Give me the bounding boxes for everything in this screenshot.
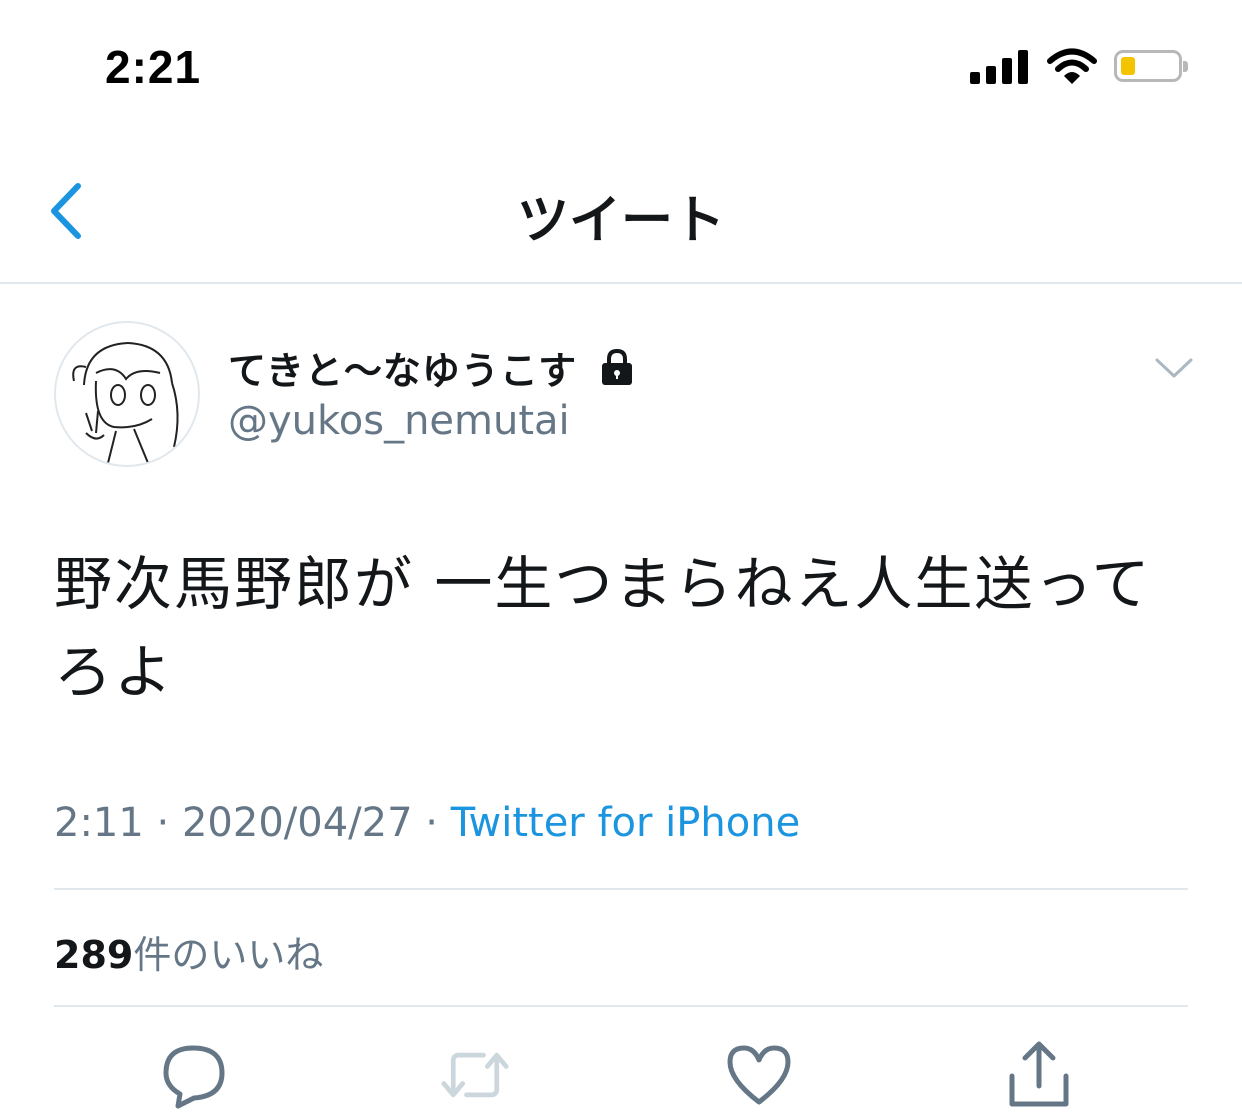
display-name[interactable]: てきと〜なゆうこす bbox=[228, 340, 577, 395]
chevron-down-icon[interactable] bbox=[1154, 356, 1194, 380]
tweet-meta: 2:11 · 2020/04/27 · Twitter for iPhone bbox=[54, 800, 800, 846]
username[interactable]: @yukos_nemutai bbox=[228, 398, 570, 444]
status-time: 2:21 bbox=[105, 41, 202, 93]
lock-icon bbox=[602, 348, 632, 385]
likes-label: 件のいいね bbox=[133, 933, 324, 977]
tweet-date: 2020/04/27 bbox=[181, 800, 413, 846]
signal-icon bbox=[970, 44, 1032, 88]
meta-separator: · bbox=[143, 800, 182, 846]
wifi-icon bbox=[1047, 48, 1097, 84]
tweet-text: 野次馬野郎が 一生つまらねえ人生送ってろよ bbox=[54, 550, 1152, 706]
battery-icon bbox=[1114, 50, 1188, 82]
page-title: ツイート bbox=[516, 191, 725, 251]
retweet-icon[interactable] bbox=[440, 1040, 510, 1110]
heart-icon[interactable] bbox=[724, 1040, 794, 1110]
divider bbox=[54, 1005, 1188, 1007]
likes-summary[interactable]: 289件のいいね bbox=[54, 924, 323, 979]
meta-separator: · bbox=[412, 800, 451, 846]
avatar[interactable] bbox=[54, 321, 200, 467]
share-icon[interactable] bbox=[1004, 1040, 1074, 1110]
tweet-source-link[interactable]: Twitter for iPhone bbox=[451, 800, 801, 846]
likes-count: 289 bbox=[54, 933, 134, 977]
nav-divider bbox=[0, 282, 1242, 284]
tweet-time: 2:11 bbox=[54, 800, 144, 846]
divider bbox=[54, 888, 1188, 890]
avatar-drawing-icon bbox=[72, 341, 179, 464]
reply-icon[interactable] bbox=[160, 1040, 230, 1110]
